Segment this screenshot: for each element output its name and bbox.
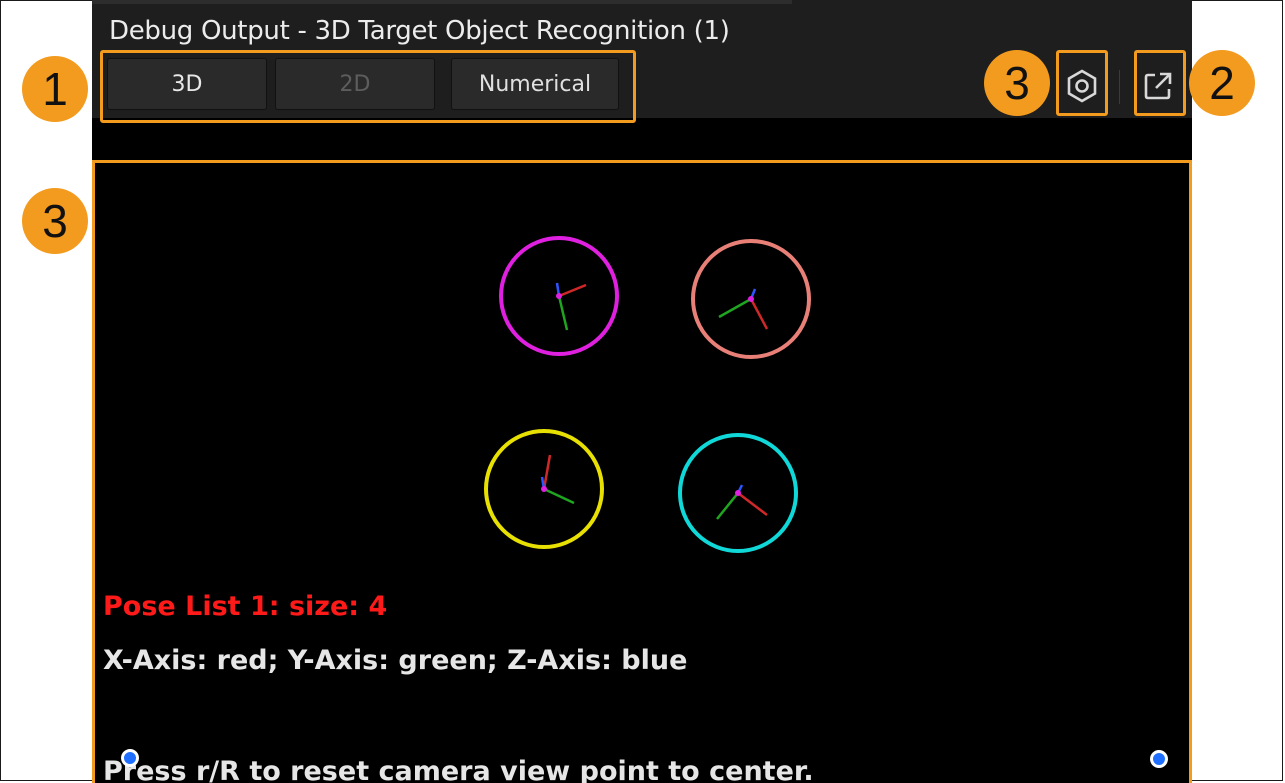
- pose-list-label: Pose List 1: size: 4: [103, 591, 388, 622]
- pose-origin-4: [735, 490, 741, 496]
- pose-y-axis-1: [557, 295, 569, 331]
- pose-y-axis-3: [543, 487, 575, 505]
- 3d-viewport[interactable]: Pose List 1: size: 4 X-Axis: red; Y-Axis…: [92, 160, 1192, 783]
- pose-y-axis-4: [716, 492, 739, 520]
- annotation-badge-1: 1: [22, 56, 88, 122]
- annotation-badge-2: 2: [1189, 50, 1255, 116]
- panel-title: Debug Output - 3D Target Object Recognit…: [109, 16, 730, 46]
- pose-marker-4: [678, 433, 798, 553]
- settings-highlight: [1056, 50, 1108, 116]
- axis-legend: X-Axis: red; Y-Axis: green; Z-Axis: blue: [103, 645, 688, 676]
- pose-marker-3: [484, 429, 604, 549]
- pose-marker-1: [499, 236, 619, 356]
- reset-camera-hint: Press r/R to reset camera view point to …: [103, 756, 814, 783]
- resize-handle-left[interactable]: [121, 749, 139, 767]
- toolbar-divider: [1119, 70, 1120, 104]
- pose-x-axis-1: [558, 283, 587, 298]
- pose-x-axis-4: [737, 492, 768, 516]
- tabs-highlight: [100, 50, 636, 123]
- pose-origin-2: [748, 296, 754, 302]
- pose-origin-3: [541, 486, 547, 492]
- pose-visualization: [484, 236, 811, 553]
- pose-y-axis-2: [718, 297, 752, 319]
- pose-x-axis-3: [542, 454, 552, 490]
- resize-handle-right[interactable]: [1150, 750, 1168, 768]
- pose-x-axis-2: [749, 298, 769, 330]
- pose-marker-2: [691, 239, 811, 359]
- annotation-badge-3-viewport: 3: [22, 188, 88, 254]
- annotation-badge-3-toolbar: 3: [984, 50, 1050, 116]
- pose-origin-1: [556, 293, 562, 299]
- popout-highlight: [1134, 50, 1186, 116]
- header-top-strip: [92, 0, 792, 4]
